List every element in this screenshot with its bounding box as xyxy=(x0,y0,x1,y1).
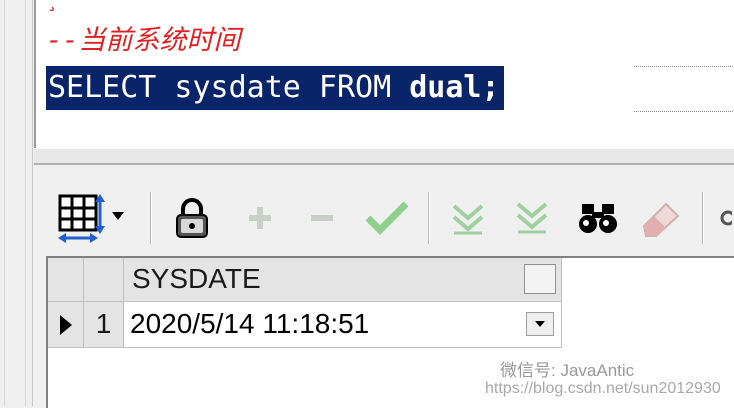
sysdate-value-cell[interactable]: 2020/5/14 11:18:51 xyxy=(124,302,562,348)
chevron-down-icon xyxy=(535,321,545,327)
wechat-watermark: 微信号: JavaAntic xyxy=(500,361,635,380)
result-toolbar xyxy=(46,186,734,250)
current-row-arrow-icon xyxy=(59,314,72,335)
editor-result-splitter[interactable] xyxy=(34,148,734,165)
row-indicator[interactable] xyxy=(48,302,84,348)
sql-editor[interactable]: ¸ --当前系统时间 SELECT sysdate FROM dual; xyxy=(34,0,734,148)
left-window-frame xyxy=(0,0,33,406)
more-tools-icon xyxy=(720,210,732,226)
next-record-button[interactable] xyxy=(448,186,488,250)
clear-eraser-icon xyxy=(642,202,680,237)
next-record-icon xyxy=(452,204,484,235)
cell-dropdown-button[interactable] xyxy=(526,312,554,336)
csdn-url-watermark: https://blog.csdn.net/sun2012930 xyxy=(485,380,721,397)
previous-line-fragment: ¸ xyxy=(46,0,59,12)
last-record-icon xyxy=(516,202,548,234)
grid-corner xyxy=(48,258,84,302)
clear-button[interactable] xyxy=(636,186,686,250)
find-button[interactable] xyxy=(576,186,620,250)
row-number: 1 xyxy=(84,302,124,348)
lock-button[interactable] xyxy=(172,186,212,250)
grid-layout-button[interactable] xyxy=(56,186,126,250)
rownum-header xyxy=(84,258,124,302)
delete-record-icon xyxy=(311,215,333,221)
delete-record-button[interactable] xyxy=(304,186,340,250)
more-tools-button[interactable] xyxy=(716,186,734,250)
column-header-button[interactable] xyxy=(524,264,556,294)
grid-layout-icon xyxy=(58,194,124,243)
find-binoculars-icon xyxy=(579,204,617,233)
lock-icon xyxy=(176,198,208,238)
last-record-button[interactable] xyxy=(512,186,552,250)
post-changes-button[interactable] xyxy=(362,186,412,250)
add-record-icon xyxy=(249,207,271,229)
sql-comment: --当前系统时间 xyxy=(46,25,241,56)
column-header-sysdate[interactable]: SYSDATE xyxy=(124,258,562,302)
sql-statement-selected[interactable]: SELECT sysdate FROM dual; xyxy=(46,66,504,110)
add-record-button[interactable] xyxy=(242,186,278,250)
post-changes-icon xyxy=(365,201,409,235)
selection-dotted-outline xyxy=(634,66,734,112)
